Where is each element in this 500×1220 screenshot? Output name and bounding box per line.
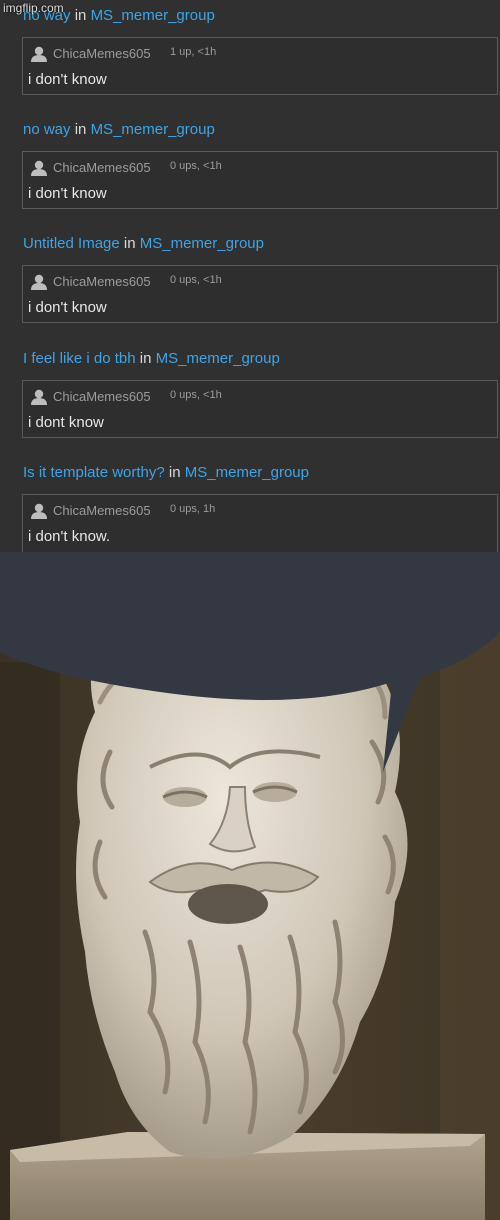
default-user-avatar-icon[interactable] [30,45,48,63]
in-label: in [74,7,87,24]
in-label: in [74,121,87,138]
comment-username[interactable]: ChicaMemes605 [53,389,151,404]
in-label: in [139,350,152,367]
comment-username[interactable]: ChicaMemes605 [53,503,151,518]
wall-shadow [0,662,60,1220]
comment-title-line: no way in MS_memer_group [23,121,215,138]
group-link[interactable]: MS_memer_group [91,121,215,138]
open-mouth [188,884,268,924]
comment-username[interactable]: ChicaMemes605 [53,274,151,289]
imgflip-watermark: imgflip.com [3,1,64,15]
comment-title-line: Is it template worthy? in MS_memer_group [23,464,309,481]
group-link[interactable]: MS_memer_group [185,464,309,481]
default-user-avatar-icon[interactable] [30,388,48,406]
comment-text: i dont know [28,414,104,431]
default-user-avatar-icon[interactable] [30,502,48,520]
comment-ups: 0 ups, 1h [170,503,216,515]
in-label: in [123,235,136,252]
comment-title-line: Untitled Image in MS_memer_group [23,235,264,252]
socrates-scene [0,552,500,1220]
comment-card: ChicaMemes605 0 ups, <1h i dont know [22,380,498,438]
default-user-avatar-icon[interactable] [30,273,48,291]
in-label: in [168,464,181,481]
comment-text: i don't know. [28,528,111,545]
group-link[interactable]: MS_memer_group [140,235,264,252]
comment-text: i don't know [28,185,107,202]
post-title-link[interactable]: Is it template worthy? [23,464,165,481]
comment-username[interactable]: ChicaMemes605 [53,46,151,61]
comment-feed: imgflip.com no way in MS_memer_group Chi… [0,0,500,552]
group-link[interactable]: MS_memer_group [91,7,215,24]
post-title-link[interactable]: no way [23,121,71,138]
wall-panel [440,632,500,1220]
post-title-link[interactable]: Untitled Image [23,235,120,252]
default-user-avatar-icon[interactable] [30,159,48,177]
comment-card: ChicaMemes605 0 ups, <1h i don't know [22,151,498,209]
comment-ups: 0 ups, <1h [170,160,222,172]
comment-text: i don't know [28,299,107,316]
comment-text: i don't know [28,71,107,88]
comment-card: ChicaMemes605 0 ups, <1h i don't know [22,265,498,323]
comment-ups: 0 ups, <1h [170,274,222,286]
post-title-link[interactable]: I feel like i do tbh [23,350,136,367]
comment-ups: 1 up, <1h [170,46,217,58]
comment-card: ChicaMemes605 0 ups, 1h i don't know. [22,494,498,552]
socrates-bust-image [0,552,500,1220]
comment-username[interactable]: ChicaMemes605 [53,160,151,175]
comment-title-line: I feel like i do tbh in MS_memer_group [23,350,280,367]
comment-card: ChicaMemes605 1 up, <1h i don't know [22,37,498,95]
group-link[interactable]: MS_memer_group [156,350,280,367]
comment-ups: 0 ups, <1h [170,389,222,401]
